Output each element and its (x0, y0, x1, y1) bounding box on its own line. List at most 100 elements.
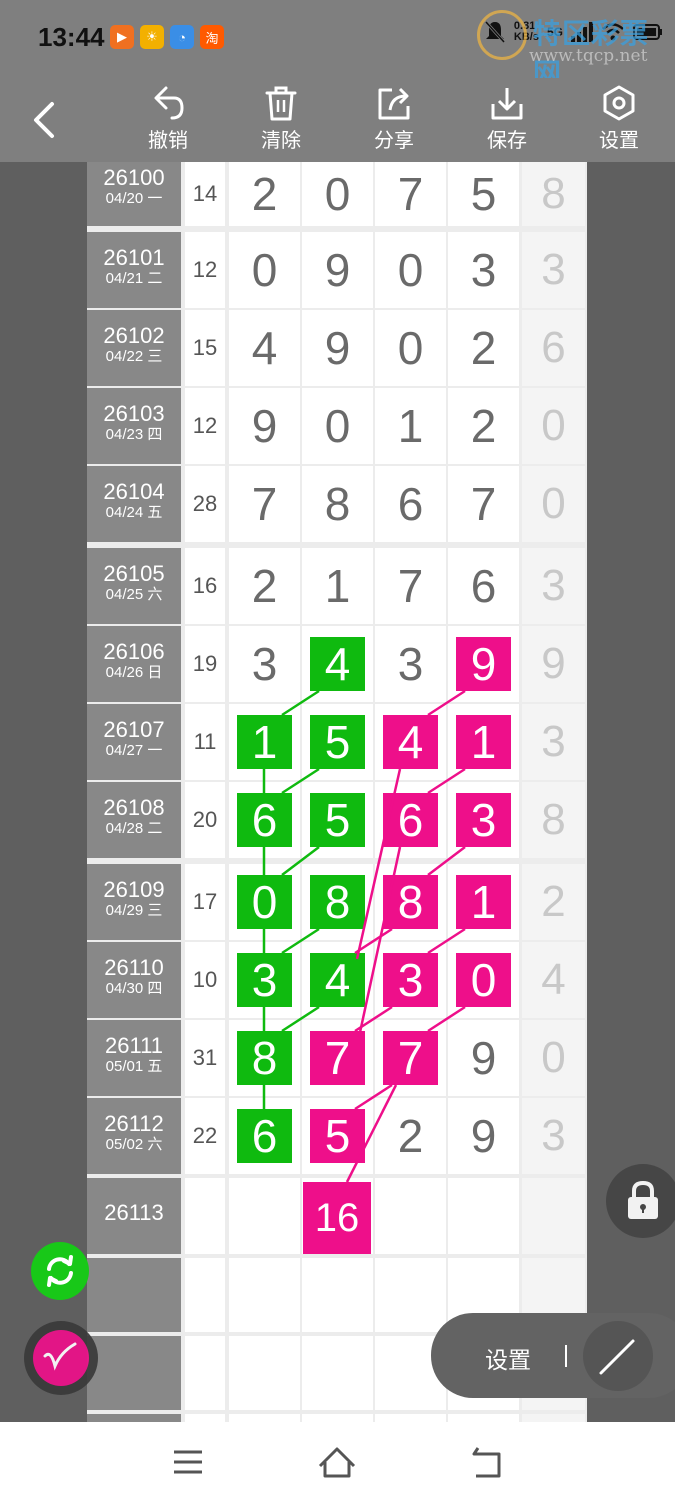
issue-cell: 26111 05/01 五 (87, 1020, 181, 1096)
digit-cell[interactable]: 4 (302, 942, 373, 1018)
pill-settings-button[interactable]: 设置 (485, 1341, 531, 1375)
pen-color-swatch (33, 1330, 89, 1386)
digit-cell[interactable]: 6 (229, 782, 300, 858)
digit-cell[interactable]: 3 (375, 626, 446, 702)
sum-cell (185, 1178, 225, 1254)
digit-cell[interactable] (375, 1178, 446, 1254)
digit-cell[interactable]: 3 (375, 942, 446, 1018)
digit-cell[interactable]: 1 (448, 864, 519, 940)
clear-button[interactable]: 清除 (241, 82, 321, 158)
digit-cell[interactable]: 6 (375, 782, 446, 858)
digit-cell[interactable]: 0 (229, 864, 300, 940)
digit-cell[interactable]: 1 (302, 548, 373, 624)
pink-highlight: 9 (456, 637, 511, 691)
digit-cell[interactable]: 5 (302, 782, 373, 858)
digit-cell[interactable]: 2 (448, 310, 519, 386)
digit-cell[interactable] (302, 1336, 373, 1410)
issue-cell (87, 1258, 181, 1332)
digit-cell[interactable]: 7 (375, 162, 446, 226)
digit-cell[interactable]: 2 (229, 162, 300, 226)
digit-cell[interactable]: 4 (375, 704, 446, 780)
digit-cell[interactable]: 0 (229, 232, 300, 308)
digit-cell[interactable] (375, 1414, 446, 1422)
issue-date: 04/20 一 (105, 190, 163, 207)
digit-cell[interactable]: 1 (448, 704, 519, 780)
digit-cell[interactable]: 0 (448, 942, 519, 1018)
pen-button[interactable] (24, 1321, 98, 1395)
digit-cell[interactable]: 7 (448, 466, 519, 542)
digit-cell[interactable]: 3 (229, 626, 300, 702)
issue-cell: 26107 04/27 一 (87, 704, 181, 780)
digit-cell[interactable]: 3 (448, 782, 519, 858)
issue-cell: 26109 04/29 三 (87, 864, 181, 940)
next-issue-row: 26113 16 (87, 1178, 587, 1254)
digit-cell[interactable]: 0 (302, 388, 373, 464)
issue-number: 26110 (104, 955, 164, 980)
digit-cell[interactable]: 9 (302, 232, 373, 308)
digit-cell[interactable]: 4 (302, 626, 373, 702)
issue-date: 04/29 三 (105, 902, 163, 919)
pink-highlight: 4 (383, 715, 438, 769)
digit-cell[interactable]: 0 (375, 310, 446, 386)
digit-cell[interactable]: 2 (229, 548, 300, 624)
digit-cell[interactable]: 6 (375, 466, 446, 542)
home-button[interactable] (312, 1440, 362, 1484)
digit-cell[interactable]: 7 (229, 466, 300, 542)
digit-cell[interactable]: 1 (229, 704, 300, 780)
digit-cell[interactable]: 0 (375, 232, 446, 308)
digit-cell[interactable]: 7 (375, 548, 446, 624)
digit-cell[interactable]: 6 (448, 548, 519, 624)
digit-cell[interactable] (375, 1258, 446, 1332)
digit-cell[interactable]: 8 (302, 466, 373, 542)
digit-cell[interactable]: 6 (229, 1098, 300, 1174)
digit-cell[interactable] (229, 1178, 300, 1254)
line-tool-button[interactable] (583, 1321, 653, 1391)
back-button[interactable] (20, 90, 70, 150)
digit-cell[interactable]: 3 (229, 942, 300, 1018)
digit-cell[interactable]: 1 (375, 388, 446, 464)
digit-cell[interactable]: 9 (448, 1098, 519, 1174)
digit-cell[interactable]: 2 (448, 388, 519, 464)
digit-cell[interactable]: 8 (302, 864, 373, 940)
trash-icon (265, 86, 297, 121)
digit-cell[interactable]: 9 (448, 1020, 519, 1096)
digit-cell[interactable]: 4 (229, 310, 300, 386)
save-button[interactable]: 保存 (467, 82, 547, 158)
watermark: 特区彩票网 www.tqcp.net (477, 10, 667, 89)
back-nav-button[interactable] (462, 1440, 512, 1484)
digit-cell[interactable]: 0 (302, 162, 373, 226)
digit-cell[interactable]: 7 (375, 1020, 446, 1096)
digit-cell[interactable] (229, 1414, 300, 1422)
digit-cell[interactable] (448, 1178, 519, 1254)
digit-cell[interactable]: 2 (375, 1098, 446, 1174)
digit-cell[interactable]: 5 (448, 162, 519, 226)
empty-row (87, 1414, 587, 1422)
refresh-button[interactable] (31, 1242, 89, 1300)
green-highlight: 5 (310, 715, 365, 769)
menu-icon (174, 1450, 202, 1474)
digit-cell[interactable]: 8 (229, 1020, 300, 1096)
digit-cell[interactable]: 9 (229, 388, 300, 464)
sum-cell: 31 (185, 1020, 225, 1096)
digit-cell[interactable]: 5 (302, 1098, 373, 1174)
issue-number: 26103 (103, 401, 165, 426)
green-highlight: 8 (237, 1031, 292, 1085)
sum-cell: 20 (185, 782, 225, 858)
last-digit-cell: 8 (522, 162, 585, 226)
undo-button[interactable]: 撤销 (128, 82, 208, 158)
lock-button[interactable] (606, 1164, 675, 1238)
digit-cell[interactable]: 3 (448, 232, 519, 308)
digit-cell[interactable] (229, 1258, 300, 1332)
digit-cell[interactable]: 9 (302, 310, 373, 386)
settings-button[interactable]: 设置 (579, 82, 659, 158)
share-button[interactable]: 分享 (354, 82, 434, 158)
digit-cell[interactable]: 7 (302, 1020, 373, 1096)
digit-cell[interactable] (229, 1336, 300, 1410)
digit-cell[interactable] (302, 1414, 373, 1422)
digit-cell[interactable] (302, 1258, 373, 1332)
menu-button[interactable] (163, 1440, 213, 1484)
digit-cell[interactable] (448, 1414, 519, 1422)
digit-cell[interactable]: 5 (302, 704, 373, 780)
digit-cell[interactable]: 9 (448, 626, 519, 702)
digit-cell[interactable]: 8 (375, 864, 446, 940)
